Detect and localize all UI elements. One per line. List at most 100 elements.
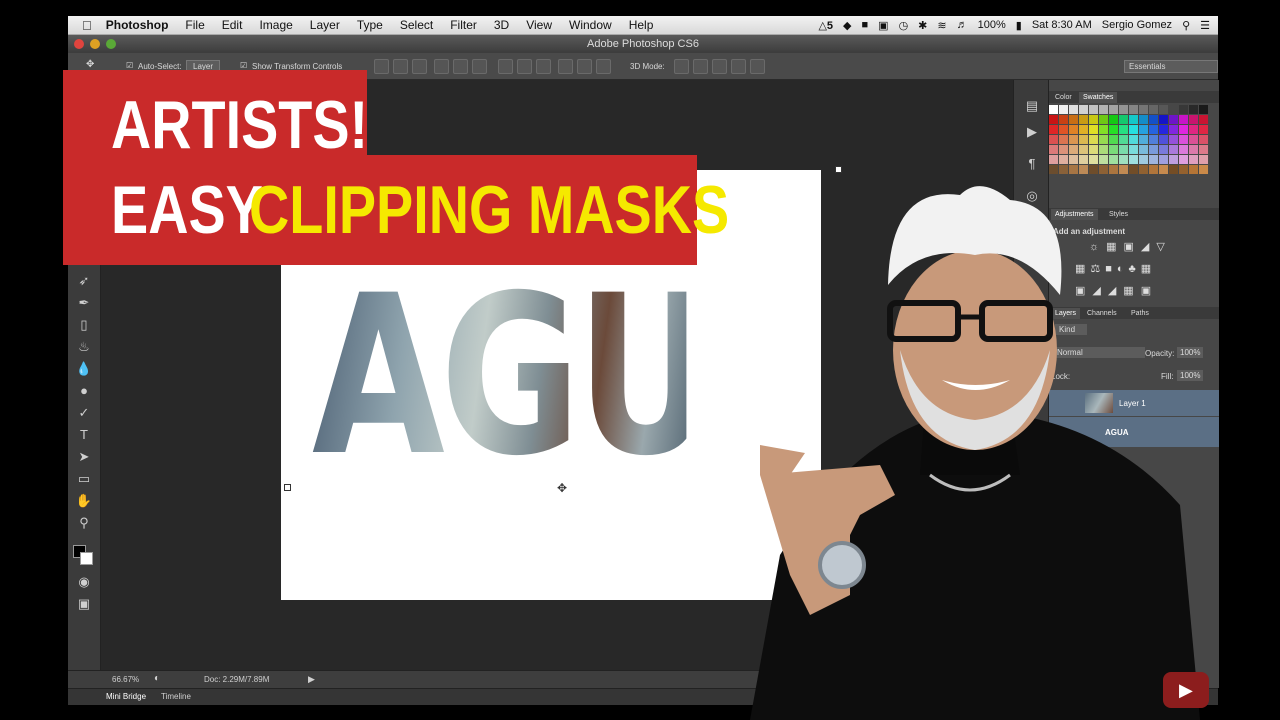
transform-center-icon[interactable]: ✥	[557, 481, 567, 495]
3d-scale-button[interactable]	[750, 59, 765, 74]
move-tool-preset-icon[interactable]: ✥	[86, 59, 94, 70]
color-swatch[interactable]	[1169, 145, 1178, 154]
clock[interactable]: Sat 8:30 AM	[1032, 19, 1092, 31]
color-swatch[interactable]	[1179, 105, 1188, 114]
color-swatch[interactable]	[1059, 125, 1068, 134]
swatch-grid[interactable]	[1049, 105, 1208, 174]
color-swatch[interactable]	[1149, 165, 1158, 174]
auto-select-checkbox[interactable]: ☑	[126, 61, 133, 70]
color-swatch[interactable]	[1179, 165, 1188, 174]
user-name[interactable]: Sergio Gomez	[1102, 19, 1172, 31]
color-swatch[interactable]	[1069, 135, 1078, 144]
path-selection-tool-icon[interactable]: ➤	[75, 449, 93, 465]
color-swatch[interactable]	[1119, 125, 1128, 134]
pen-tool-icon[interactable]: ✓	[75, 405, 93, 421]
align-top-button[interactable]	[374, 59, 389, 74]
hand-tool-icon[interactable]: ✋	[75, 493, 93, 509]
color-swatch[interactable]	[1089, 165, 1098, 174]
color-swatch[interactable]	[1149, 155, 1158, 164]
distribute-right-button[interactable]	[596, 59, 611, 74]
color-swatch[interactable]	[1189, 135, 1198, 144]
transform-handle-left[interactable]	[284, 484, 291, 491]
dodge-tool-icon[interactable]: ●	[75, 383, 93, 399]
tab-color[interactable]: Color	[1051, 92, 1076, 103]
menu-file[interactable]: File	[185, 18, 204, 32]
color-swatch[interactable]	[1139, 155, 1148, 164]
3d-drag-button[interactable]	[712, 59, 727, 74]
color-swatch[interactable]	[1049, 115, 1058, 124]
color-swatch[interactable]	[1199, 155, 1208, 164]
color-swatch[interactable]	[1199, 135, 1208, 144]
color-swatch[interactable]	[1189, 115, 1198, 124]
menu-app-name[interactable]: Photoshop	[106, 18, 169, 32]
adobe-badge-icon[interactable]: △5	[818, 19, 833, 32]
color-swatch[interactable]	[1079, 105, 1088, 114]
color-swatch[interactable]	[1079, 165, 1088, 174]
minimize-window-button[interactable]	[90, 39, 100, 49]
zoom-window-button[interactable]	[106, 39, 116, 49]
time-machine-icon[interactable]: ◷	[899, 19, 909, 32]
menu-view[interactable]: View	[526, 18, 552, 32]
actions-panel-icon[interactable]: ▶	[1023, 124, 1041, 140]
color-swatch[interactable]	[1129, 165, 1138, 174]
color-swatch[interactable]	[1099, 105, 1108, 114]
menu-type[interactable]: Type	[357, 18, 383, 32]
color-swatch[interactable]	[1119, 155, 1128, 164]
align-right-button[interactable]	[472, 59, 487, 74]
color-swatch[interactable]	[1089, 135, 1098, 144]
color-swatch[interactable]	[1169, 115, 1178, 124]
color-swatch[interactable]	[1139, 105, 1148, 114]
color-swatch[interactable]	[1079, 135, 1088, 144]
color-swatch[interactable]	[1079, 145, 1088, 154]
color-swatch[interactable]	[1059, 105, 1068, 114]
distribute-left-button[interactable]	[558, 59, 573, 74]
distribute-hcenter-button[interactable]	[577, 59, 592, 74]
color-swatch[interactable]	[1109, 145, 1118, 154]
youtube-play-icon[interactable]: ▶	[1163, 672, 1209, 708]
color-swatch[interactable]	[1139, 145, 1148, 154]
color-swatch[interactable]	[1089, 145, 1098, 154]
menu-select[interactable]: Select	[400, 18, 433, 32]
color-swatch[interactable]	[1139, 165, 1148, 174]
color-swatch[interactable]	[1199, 105, 1208, 114]
background-color-swatch[interactable]	[80, 552, 93, 565]
blur-tool-icon[interactable]: 💧	[75, 361, 93, 377]
color-swatch[interactable]	[1049, 165, 1058, 174]
screen-mode-icon[interactable]: ▣	[75, 596, 93, 612]
evernote-icon[interactable]: ■	[862, 19, 869, 31]
color-swatch[interactable]	[1139, 115, 1148, 124]
color-swatch[interactable]	[1049, 135, 1058, 144]
color-swatch[interactable]	[1129, 155, 1138, 164]
color-swatch[interactable]	[1049, 125, 1058, 134]
color-swatch[interactable]	[1069, 165, 1078, 174]
color-swatch[interactable]	[1119, 165, 1128, 174]
color-swatch[interactable]	[1089, 105, 1098, 114]
3d-rotate-button[interactable]	[674, 59, 689, 74]
show-transform-checkbox[interactable]: ☑	[240, 61, 247, 70]
battery-percent[interactable]: 100%	[978, 19, 1006, 31]
color-swatch[interactable]	[1159, 115, 1168, 124]
quick-mask-icon[interactable]: ◉	[75, 574, 93, 590]
color-swatch[interactable]	[1119, 145, 1128, 154]
color-swatch[interactable]	[1159, 165, 1168, 174]
color-swatch[interactable]	[1149, 125, 1158, 134]
align-left-button[interactable]	[434, 59, 449, 74]
align-hcenter-button[interactable]	[453, 59, 468, 74]
color-swatch[interactable]	[1099, 155, 1108, 164]
color-swatch[interactable]	[1099, 115, 1108, 124]
color-swatch[interactable]	[1179, 125, 1188, 134]
screen-record-icon[interactable]: ▣	[878, 19, 888, 32]
color-swatch[interactable]	[1129, 135, 1138, 144]
color-swatch[interactable]	[1079, 115, 1088, 124]
color-swatch[interactable]	[1069, 145, 1078, 154]
menu-edit[interactable]: Edit	[222, 18, 243, 32]
volume-icon[interactable]: ♬	[957, 19, 968, 31]
spotlight-search-icon[interactable]: ⚲	[1182, 19, 1190, 32]
color-swatch[interactable]	[1179, 135, 1188, 144]
paragraph-panel-icon[interactable]: ¶	[1023, 156, 1041, 172]
color-swatch[interactable]	[1069, 125, 1078, 134]
align-bottom-button[interactable]	[412, 59, 427, 74]
color-swatch[interactable]	[1159, 145, 1168, 154]
distribute-vcenter-button[interactable]	[517, 59, 532, 74]
menu-image[interactable]: Image	[259, 18, 292, 32]
